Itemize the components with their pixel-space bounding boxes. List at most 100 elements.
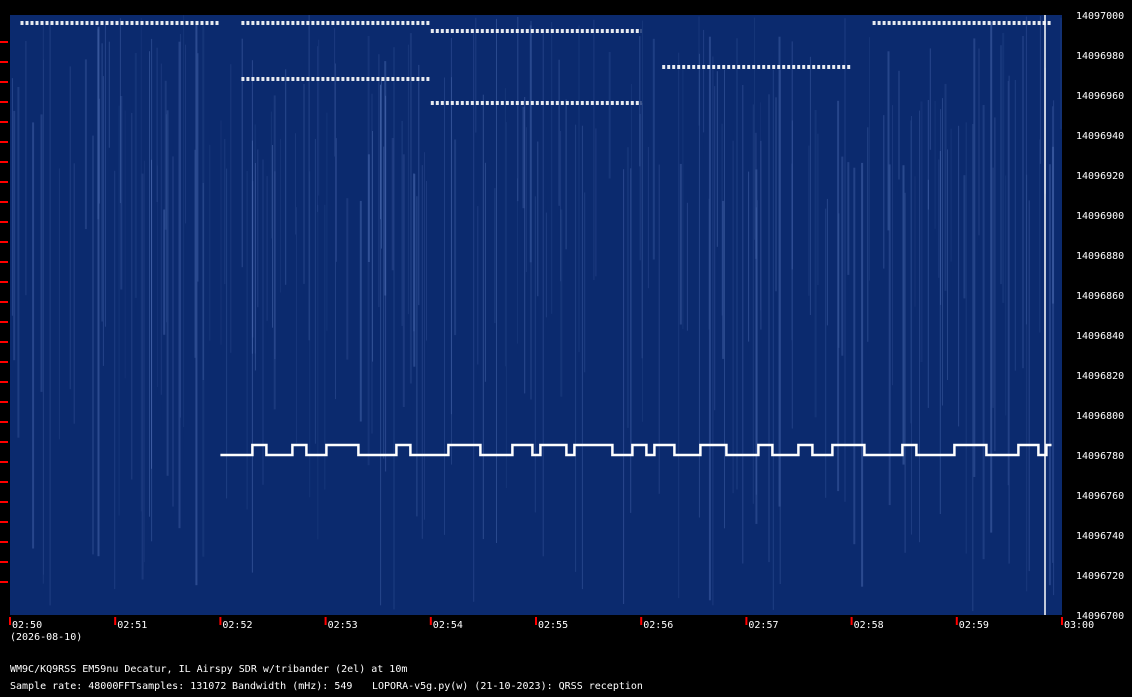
- noise-streak: [141, 173, 144, 580]
- noise-streak: [426, 181, 427, 341]
- noise-streak: [902, 165, 905, 465]
- y-tick-label: 14096820: [1076, 371, 1124, 382]
- noise-streak: [867, 127, 869, 342]
- noise-streak: [1008, 75, 1010, 564]
- noise-streak: [424, 152, 425, 520]
- noise-streak: [230, 64, 232, 353]
- noise-streak: [43, 59, 44, 575]
- noise-streak: [1039, 139, 1041, 333]
- noise-streak: [732, 140, 734, 494]
- noise-streak: [545, 212, 547, 318]
- noise-streak: [209, 144, 211, 341]
- noise-streak: [202, 25, 205, 557]
- y-tick-label: 14096900: [1076, 211, 1124, 222]
- noise-streak: [32, 122, 35, 549]
- noise-streak: [772, 69, 774, 610]
- noise-streak: [317, 46, 319, 212]
- noise-streak: [73, 163, 75, 424]
- noise-streak: [1002, 32, 1005, 303]
- noise-streak: [1005, 175, 1007, 416]
- noise-streak: [134, 53, 137, 298]
- noise-streak: [296, 207, 297, 444]
- y-tick-label: 14096780: [1076, 451, 1124, 462]
- y-tick-label: 14096800: [1076, 411, 1124, 422]
- x-tick-label: 02:59: [959, 620, 989, 631]
- noise-streak: [847, 162, 850, 275]
- noise-streak: [530, 20, 532, 400]
- noise-streak: [537, 141, 539, 297]
- noise-streak: [595, 128, 597, 277]
- noise-streak: [712, 56, 714, 606]
- noise-streak: [736, 38, 738, 490]
- noise-streak: [413, 173, 416, 367]
- noise-streak: [814, 110, 817, 418]
- noise-streak: [381, 79, 382, 249]
- noise-streak: [393, 47, 395, 610]
- noise-streak: [326, 112, 328, 331]
- noise-streak: [630, 168, 632, 513]
- noise-streak: [195, 25, 198, 586]
- noise-streak: [409, 33, 412, 384]
- noise-streak: [760, 102, 762, 311]
- noise-streak: [334, 28, 336, 157]
- noise-streak: [919, 110, 920, 543]
- noise-streak: [972, 124, 974, 612]
- noise-streak: [982, 105, 985, 560]
- x-tick-label: 02:50: [12, 620, 42, 631]
- noise-streak: [416, 196, 418, 517]
- noise-streak: [1039, 16, 1041, 164]
- noise-streak: [778, 36, 781, 507]
- noise-streak: [714, 86, 716, 411]
- noise-streak: [682, 68, 684, 329]
- noise-streak: [838, 213, 840, 348]
- noise-streak: [97, 26, 100, 557]
- noise-streak: [11, 78, 13, 316]
- noise-streak: [517, 178, 518, 344]
- noise-streak: [721, 123, 723, 316]
- noise-streak: [246, 171, 248, 510]
- noise-streak: [266, 176, 268, 321]
- noise-streak: [958, 125, 960, 427]
- noise-streak: [768, 94, 770, 563]
- noise-streak: [224, 139, 226, 285]
- noise-streak: [280, 138, 281, 293]
- noise-streak: [303, 84, 305, 284]
- noise-streak: [754, 132, 757, 259]
- noise-streak: [197, 53, 199, 282]
- noise-streak: [642, 20, 643, 422]
- noise-streak: [143, 160, 145, 563]
- noise-streak: [947, 149, 948, 380]
- noise-streak: [251, 60, 253, 354]
- noise-streak: [194, 149, 196, 358]
- noise-streak: [262, 159, 264, 485]
- noise-streak: [1028, 200, 1030, 572]
- noise-streak: [950, 128, 952, 262]
- noise-streak: [317, 205, 319, 540]
- noise-streak: [108, 41, 110, 148]
- noise-streak: [383, 146, 385, 459]
- noise-streak: [151, 38, 153, 542]
- noise-streak: [927, 100, 929, 210]
- noise-streak: [371, 93, 373, 434]
- noise-streak: [623, 169, 625, 604]
- noise-streak: [841, 156, 844, 356]
- x-tick-label: 02:57: [748, 620, 778, 631]
- noise-streak: [380, 84, 382, 606]
- noise-streak: [578, 25, 580, 352]
- noise-streak: [920, 101, 923, 362]
- noise-streak: [254, 163, 256, 371]
- noise-streak: [385, 95, 387, 472]
- noise-streak: [525, 127, 527, 272]
- noise-streak: [517, 16, 519, 202]
- noise-streak: [270, 111, 272, 239]
- noise-streak: [883, 115, 885, 269]
- noise-streak: [791, 163, 793, 341]
- noise-streak: [1053, 100, 1055, 596]
- noise-streak: [927, 179, 929, 408]
- noise-streak: [308, 15, 310, 341]
- noise-streak: [678, 52, 680, 599]
- software-version: LOPORA-v5g.py(w) (21-10-2023): QRSS rece…: [372, 681, 643, 692]
- noise-streak: [1014, 80, 1016, 371]
- y-tick-label: 14096860: [1076, 291, 1124, 302]
- noise-streak: [748, 171, 750, 342]
